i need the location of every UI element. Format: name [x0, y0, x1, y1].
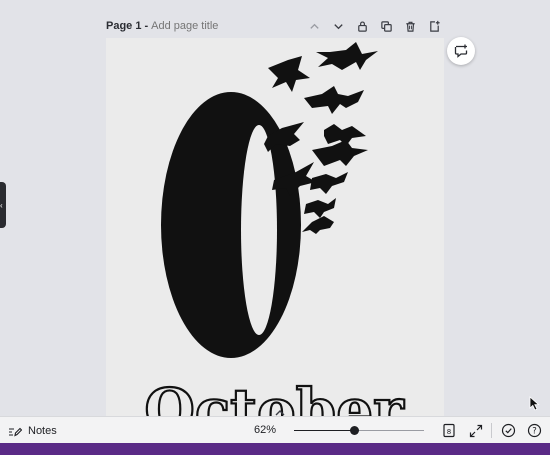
- notes-button[interactable]: Notes: [8, 417, 57, 444]
- add-comment-button[interactable]: [447, 37, 475, 65]
- chevron-down-icon: [333, 23, 343, 29]
- bat-icon: [268, 56, 310, 92]
- notes-label: Notes: [28, 424, 57, 437]
- move-page-down-button[interactable]: [328, 16, 348, 36]
- notes-pencil-icon: [9, 427, 22, 436]
- page-count-button[interactable]: 8: [439, 421, 458, 440]
- delete-page-button[interactable]: [400, 16, 420, 36]
- bat-icon: [316, 42, 378, 70]
- check-circle-icon: [501, 423, 516, 438]
- page-title-separator: -: [144, 20, 149, 32]
- duplicate-page-button[interactable]: [376, 16, 396, 36]
- svg-text:?: ?: [532, 427, 537, 437]
- lock-icon: [357, 20, 367, 32]
- pages-icon: 8: [442, 423, 455, 438]
- page-title-input[interactable]: [151, 20, 262, 32]
- help-button[interactable]: ?: [525, 421, 544, 440]
- zoom-slider-thumb[interactable]: [349, 426, 359, 435]
- bat-icon: [304, 86, 364, 114]
- chevron-left-icon: ‹: [0, 201, 3, 210]
- zoom-slider[interactable]: [294, 426, 424, 435]
- mouse-cursor-icon: [529, 396, 540, 411]
- lock-page-button[interactable]: [352, 16, 372, 36]
- bat-icon: [310, 172, 348, 194]
- help-icon: ?: [527, 423, 542, 438]
- bat-icon: [302, 216, 334, 234]
- bat-icon: [312, 140, 368, 166]
- fullscreen-button[interactable]: [466, 421, 485, 440]
- page-label: Page 1: [106, 20, 142, 32]
- page-actions: [304, 14, 444, 38]
- page-header: Page 1 -: [106, 14, 444, 38]
- halloween-design-artwork: October: [143, 42, 406, 418]
- expand-icon: [469, 424, 482, 437]
- footer-divider: [491, 423, 492, 438]
- editor-footer: Notes 62% 8 ?: [0, 416, 550, 444]
- chevron-up-icon: [309, 23, 319, 29]
- comment-plus-icon: [454, 44, 468, 58]
- bottom-accent-bar: [0, 443, 550, 455]
- zoom-percentage[interactable]: 62%: [254, 417, 276, 444]
- design-canvas[interactable]: October: [106, 38, 444, 418]
- add-page-button[interactable]: [424, 16, 444, 36]
- svg-text:8: 8: [446, 428, 450, 436]
- trash-icon: [405, 21, 415, 32]
- left-panel-toggle[interactable]: ‹: [0, 182, 6, 228]
- duplicate-icon: [380, 20, 392, 32]
- zoom-slider-fill: [294, 430, 354, 431]
- add-page-icon: [429, 20, 440, 32]
- bat-icon: [304, 198, 336, 218]
- move-page-up-button[interactable]: [304, 16, 324, 36]
- check-button[interactable]: [499, 421, 518, 440]
